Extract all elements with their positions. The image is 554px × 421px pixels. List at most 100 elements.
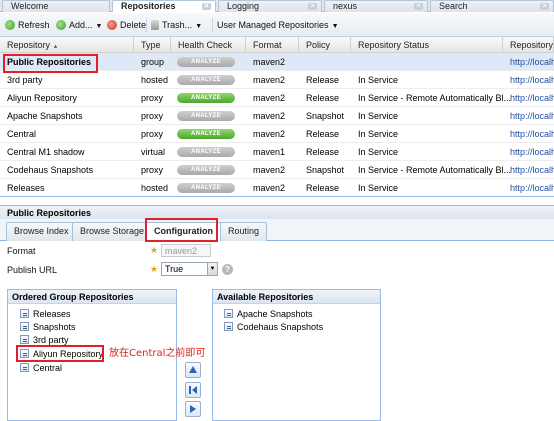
repository-name: Public Repositories <box>7 57 92 67</box>
repository-policy: Snapshot <box>306 111 345 121</box>
column-header-policy[interactable]: Policy <box>299 37 351 53</box>
publish-url-select[interactable]: True ▼ <box>161 262 218 276</box>
list-item[interactable]: Apache Snapshots <box>224 308 313 321</box>
list-item[interactable]: Snapshots <box>20 321 76 334</box>
tab-routing[interactable]: Routing <box>220 222 268 241</box>
close-icon[interactable]: ✕ <box>202 3 211 10</box>
repository-icon <box>224 309 233 318</box>
trash-icon <box>151 20 159 30</box>
move-right-button[interactable] <box>185 401 201 417</box>
tab-repositories[interactable]: Repositories ✕ <box>112 0 216 12</box>
repository-format: maven2 <box>253 183 286 193</box>
repository-url-link[interactable]: http://localho <box>503 71 554 89</box>
column-header-type[interactable]: Type <box>134 37 171 53</box>
analyze-button[interactable]: ANALYZE <box>177 57 235 67</box>
repository-name: Central M1 shadow <box>7 147 85 157</box>
analyze-button[interactable]: ANALYZE <box>177 111 235 121</box>
repository-status: In Service - Remote Automatically Bl... <box>358 165 512 175</box>
details-panel-title: Public Repositories <box>0 205 554 219</box>
tab-browse-index[interactable]: Browse Index <box>6 222 77 241</box>
column-header-format[interactable]: Format <box>246 37 299 53</box>
table-row[interactable]: Public Repositories group ANALYZE maven2… <box>0 53 554 71</box>
tab-browse-storage[interactable]: Browse Storage <box>72 222 153 241</box>
column-header-health-check[interactable]: Health Check <box>171 37 246 53</box>
chevron-down-icon: ▼ <box>331 23 339 30</box>
table-row[interactable]: Aliyun Repository proxy ANALYZE maven2 R… <box>0 89 554 107</box>
trash-button[interactable]: Trash... ▼ <box>151 18 202 32</box>
analyze-button[interactable]: ANALYZE <box>177 93 235 103</box>
repository-url-link[interactable]: http://localho <box>503 53 554 71</box>
move-to-top-button[interactable] <box>185 362 201 378</box>
repository-type: virtual <box>141 147 166 157</box>
repository-type: proxy <box>141 129 164 139</box>
repository-policy: Snapshot <box>306 165 345 175</box>
toolbar-divider <box>212 18 213 32</box>
list-item[interactable]: 3rd party <box>20 334 69 347</box>
list-item[interactable]: Releases <box>20 308 71 321</box>
tab-search[interactable]: Search ✕ <box>430 0 554 12</box>
repository-url-link[interactable]: http://localho <box>503 125 554 143</box>
table-row[interactable]: Central M1 shadow virtual ANALYZE maven1… <box>0 143 554 161</box>
repository-format: maven1 <box>253 147 286 157</box>
analyze-button[interactable]: ANALYZE <box>177 147 235 157</box>
move-left-icon <box>189 386 197 394</box>
move-up-button[interactable] <box>185 382 201 398</box>
column-header-repository-path[interactable]: Repository P <box>503 37 554 53</box>
column-header-repository-status[interactable]: Repository Status <box>351 37 503 53</box>
close-icon[interactable]: ✕ <box>308 3 317 10</box>
analyze-button[interactable]: ANALYZE <box>177 183 235 193</box>
sort-ascending-icon: ▲ <box>52 44 59 50</box>
required-star-icon: ★ <box>150 245 159 255</box>
repository-name: Central <box>7 129 37 139</box>
repository-url-link[interactable]: http://localho <box>503 179 554 196</box>
move-right-icon <box>190 405 196 413</box>
repository-format: maven2 <box>253 129 286 139</box>
close-icon[interactable]: ✕ <box>414 3 423 10</box>
delete-button[interactable]: Delete <box>107 18 146 32</box>
table-row[interactable]: Codehaus Snapshots proxy ANALYZE maven2 … <box>0 161 554 179</box>
table-row[interactable]: Releases hosted ANALYZE maven2 Release I… <box>0 179 554 196</box>
tab-nexus[interactable]: nexus ✕ <box>324 0 428 12</box>
repository-status <box>351 53 358 71</box>
tab-logging[interactable]: Logging ✕ <box>218 0 322 12</box>
repository-url-link[interactable]: http://localho <box>503 107 554 125</box>
repository-status: In Service <box>358 147 399 157</box>
delete-icon <box>107 20 117 30</box>
refresh-button[interactable]: Refresh <box>5 18 50 32</box>
repository-policy: Release <box>306 129 340 139</box>
repository-policy: Release <box>306 75 340 85</box>
list-item[interactable]: Aliyun Repository <box>20 348 103 361</box>
column-header-repository[interactable]: Repository ▲ <box>0 37 134 53</box>
repository-format: maven2 <box>253 93 286 103</box>
repository-url-link[interactable]: http://localho <box>503 143 554 161</box>
repository-url-link[interactable]: http://localho <box>503 161 554 179</box>
list-item[interactable]: Central <box>20 362 62 375</box>
table-row[interactable]: Central proxy ANALYZE maven2 Release In … <box>0 125 554 143</box>
repository-name: Apache Snapshots <box>7 111 83 121</box>
table-row[interactable]: 3rd party hosted ANALYZE maven2 Release … <box>0 71 554 89</box>
repository-grid: Repository ▲ Type Health Check Format Po… <box>0 37 554 197</box>
user-managed-repositories-dropdown[interactable]: User Managed Repositories ▼ <box>217 18 339 32</box>
required-star-icon: ★ <box>150 264 159 274</box>
close-icon[interactable]: ✕ <box>540 3 549 10</box>
repository-url-link[interactable]: http://localho <box>503 89 554 107</box>
tab-configuration[interactable]: Configuration <box>146 222 221 241</box>
repository-type: group <box>141 57 165 67</box>
publish-url-label: Publish URL <box>7 265 58 275</box>
tab-welcome[interactable]: Welcome <box>2 0 110 12</box>
analyze-button[interactable]: ANALYZE <box>177 129 235 139</box>
repository-type: proxy <box>141 165 164 175</box>
help-icon[interactable]: ? <box>222 264 233 275</box>
repository-status: In Service <box>358 111 399 121</box>
chevron-down-icon: ▼ <box>207 263 217 275</box>
table-row[interactable]: Apache Snapshots proxy ANALYZE maven2 Sn… <box>0 107 554 125</box>
add-button[interactable]: Add... ▼ <box>56 18 102 32</box>
ordered-group-title: Ordered Group Repositories <box>8 290 176 304</box>
repository-name: Releases <box>7 183 45 193</box>
repository-icon <box>20 322 29 331</box>
analyze-button[interactable]: ANALYZE <box>177 165 235 175</box>
format-label: Format <box>7 246 36 256</box>
list-item[interactable]: Codehaus Snapshots <box>224 321 323 334</box>
annotation-note: 放在Central之前即可 <box>109 348 206 359</box>
analyze-button[interactable]: ANALYZE <box>177 75 235 85</box>
